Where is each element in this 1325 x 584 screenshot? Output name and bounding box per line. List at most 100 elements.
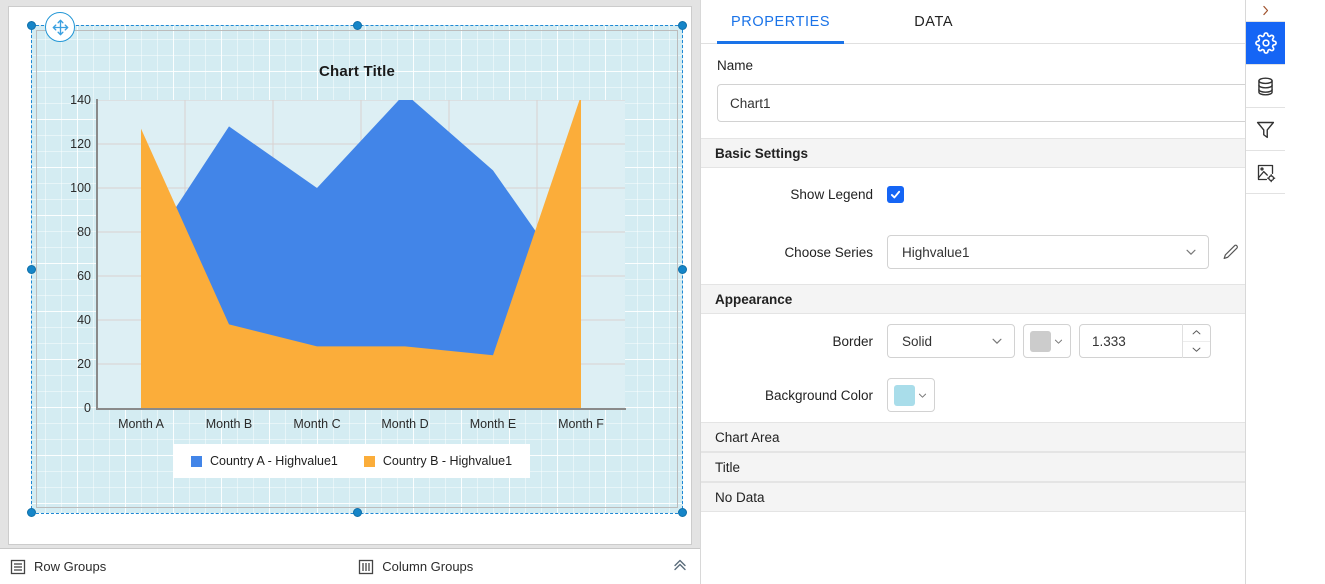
report-designer-app: Chart Title 0 20 40 60 80 100 120 140 Month A Mo… — [0, 0, 1325, 584]
border-width-input[interactable]: 1.333 — [1079, 324, 1211, 358]
x-axis-tick: Month F — [558, 417, 604, 431]
chevron-down-icon — [1184, 245, 1198, 259]
background-color-swatch — [894, 384, 915, 406]
y-axis-tick: 80 — [77, 225, 91, 239]
tool-rail — [1245, 0, 1285, 584]
database-icon — [1258, 76, 1273, 96]
chart-legend: Country A - Highvalue1 Country B - Highva… — [173, 444, 531, 478]
chart-title: Chart Title — [318, 63, 396, 80]
panel-body: Name Basic Settings − Show Legend Choose… — [701, 44, 1285, 584]
y-axis-tick: 140 — [70, 93, 91, 107]
rail-data-source[interactable] — [1246, 65, 1285, 108]
legend-label: Country A - Highvalue1 — [210, 454, 338, 468]
rail-expand-chevron[interactable] — [1246, 0, 1285, 22]
tab-properties[interactable]: PROPERTIES — [717, 0, 845, 44]
x-axis-line — [96, 408, 626, 410]
legend-item: Country A - Highvalue1 — [191, 454, 338, 468]
section-title[interactable]: Title + — [701, 452, 1285, 482]
legend-swatch — [191, 455, 202, 467]
chevron-down-icon — [918, 393, 927, 398]
row-background-color: Background Color — [701, 368, 1285, 422]
section-chart-area-title: Chart Area — [715, 429, 780, 445]
properties-panel: PROPERTIES DATA Name Basic Settings − Sh… — [700, 0, 1285, 584]
move-handle-icon[interactable] — [45, 12, 75, 42]
selection-handle-mr[interactable] — [678, 265, 687, 274]
section-no-data[interactable]: No Data + — [701, 482, 1285, 512]
choose-series-label: Choose Series — [784, 244, 873, 260]
chevron-down-icon — [990, 334, 1004, 348]
selection-handle-ml[interactable] — [27, 265, 36, 274]
border-style-value: Solid — [902, 333, 933, 349]
row-groups-button[interactable]: Row Groups — [10, 559, 106, 575]
y-axis-tick: 20 — [77, 357, 91, 371]
y-axis-ticks: 0 20 40 60 80 100 120 140 — [31, 93, 91, 415]
row-border: Border Solid 1.333 — [701, 314, 1285, 368]
check-icon — [890, 190, 901, 198]
section-title-title: Title — [715, 459, 741, 475]
column-groups-icon — [359, 559, 374, 574]
designer-canvas[interactable]: Chart Title 0 20 40 60 80 100 120 140 Month A Mo… — [0, 0, 700, 584]
section-chart-area[interactable]: Chart Area + — [701, 422, 1285, 452]
background-color-picker[interactable] — [887, 378, 935, 412]
chevron-double-up-icon — [674, 559, 686, 570]
gear-icon — [1254, 32, 1277, 54]
legend-label: Country B - Highvalue1 — [382, 454, 513, 468]
row-choose-series: Choose Series Highvalue1 — [701, 220, 1285, 284]
border-color-picker[interactable] — [1023, 324, 1071, 358]
show-legend-label: Show Legend — [790, 186, 873, 202]
rail-filter[interactable] — [1246, 108, 1285, 151]
section-basic-settings-title: Basic Settings — [715, 145, 809, 161]
x-axis-tick: Month E — [469, 417, 517, 431]
choose-series-select[interactable]: Highvalue1 — [887, 235, 1209, 269]
selection-handle-bl[interactable] — [27, 508, 36, 517]
column-groups-label: Column Groups — [382, 559, 474, 574]
border-color-swatch — [1030, 330, 1051, 352]
collapse-panel-button[interactable] — [672, 557, 688, 576]
legend-item: Country B - Highvalue1 — [363, 454, 513, 468]
selection-handle-bc[interactable] — [353, 508, 362, 517]
border-width-stepper[interactable] — [1182, 324, 1210, 358]
chevron-right-icon — [1263, 5, 1269, 16]
edit-series-button[interactable] — [1221, 243, 1240, 262]
move-arrows-icon — [52, 19, 68, 35]
name-label: Name — [717, 58, 754, 73]
rail-image-settings[interactable] — [1246, 151, 1285, 194]
y-axis-line — [96, 99, 98, 409]
y-axis-tick: 0 — [84, 401, 91, 415]
rail-properties-gear[interactable] — [1246, 22, 1285, 65]
panel-tabs: PROPERTIES DATA — [701, 0, 1285, 44]
border-label: Border — [832, 333, 873, 349]
chart-plot-area — [97, 100, 625, 408]
x-axis-tick: Month B — [205, 417, 253, 431]
selection-handle-tr[interactable] — [678, 21, 687, 30]
designer-status-bar: Row Groups Column Groups — [0, 548, 700, 584]
chart-plot-svg — [97, 100, 625, 408]
y-axis-tick: 60 — [77, 269, 91, 283]
section-no-data-title: No Data — [715, 489, 765, 505]
border-style-select[interactable]: Solid — [887, 324, 1015, 358]
choose-series-value: Highvalue1 — [902, 244, 970, 260]
name-input[interactable] — [717, 84, 1269, 122]
pencil-icon — [1223, 244, 1238, 259]
selection-handle-br[interactable] — [678, 508, 687, 517]
chevron-down-icon — [1054, 339, 1063, 344]
y-axis-tick: 40 — [77, 313, 91, 327]
x-axis-tick: Month C — [293, 417, 341, 431]
section-appearance[interactable]: Appearance − — [701, 284, 1285, 314]
image-settings-icon — [1257, 164, 1276, 182]
row-groups-icon — [10, 559, 26, 574]
chart-widget[interactable]: Chart Title 0 20 40 60 80 100 120 140 Month A Mo… — [31, 25, 683, 513]
report-sheet[interactable]: Chart Title 0 20 40 60 80 100 120 140 Month A Mo… — [8, 6, 692, 545]
y-axis-tick: 120 — [70, 137, 91, 151]
selection-handle-tl[interactable] — [27, 21, 36, 30]
column-groups-button[interactable]: Column Groups — [358, 559, 473, 575]
section-basic-settings[interactable]: Basic Settings − — [701, 138, 1285, 168]
row-groups-label: Row Groups — [34, 559, 107, 574]
tab-data[interactable]: DATA — [900, 0, 967, 43]
show-legend-checkbox[interactable] — [887, 185, 904, 203]
section-appearance-title: Appearance — [715, 291, 793, 307]
background-color-label: Background Color — [764, 387, 873, 403]
stepper-up-icon[interactable] — [1183, 324, 1210, 342]
stepper-down-icon[interactable] — [1183, 342, 1210, 359]
selection-handle-tc[interactable] — [353, 21, 362, 30]
